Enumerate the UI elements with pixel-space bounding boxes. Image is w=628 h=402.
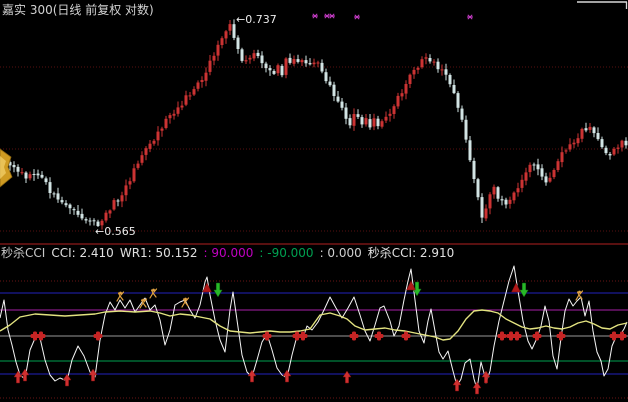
sell-signal-star-icons bbox=[312, 14, 473, 19]
candlestick-series bbox=[1, 19, 628, 229]
tdx-chart-window: 嘉实 300(日线 前复权 对数) ←0.737 ←0.565 秒杀CCI CCI… bbox=[0, 0, 628, 402]
indicator-param-value: : -90.000 bbox=[259, 246, 313, 260]
indicator-param-value: 秒杀CCI: 2.910 bbox=[368, 246, 455, 260]
sell-down-arrow-icons bbox=[214, 282, 528, 297]
peak-badge-icons bbox=[203, 281, 521, 292]
chart-title: 嘉实 300(日线 前复权 对数) bbox=[2, 1, 154, 18]
chart-canvas[interactable] bbox=[0, 0, 628, 402]
indicator-param-value: : 0.000 bbox=[320, 246, 362, 260]
indicator-param-row[interactable]: 秒杀CCI CCI: 2.410 WR1: 50.152 : 90.000 : -90.… bbox=[1, 246, 627, 261]
indicator-name-label: 秒杀CCI bbox=[1, 246, 45, 260]
indicator-param-value: : 90.000 bbox=[204, 246, 254, 260]
high-price-callout: ←0.737 bbox=[236, 13, 277, 26]
price-panel-gridlines bbox=[0, 67, 628, 231]
low-price-callout: ←0.565 bbox=[95, 225, 136, 238]
indicator-param-value: WR1: 50.152 bbox=[120, 246, 198, 260]
window-edge-artifact bbox=[577, 2, 627, 9]
indicator-param-value: CCI: 2.410 bbox=[51, 246, 114, 260]
buy-up-arrow-icons bbox=[14, 369, 490, 394]
